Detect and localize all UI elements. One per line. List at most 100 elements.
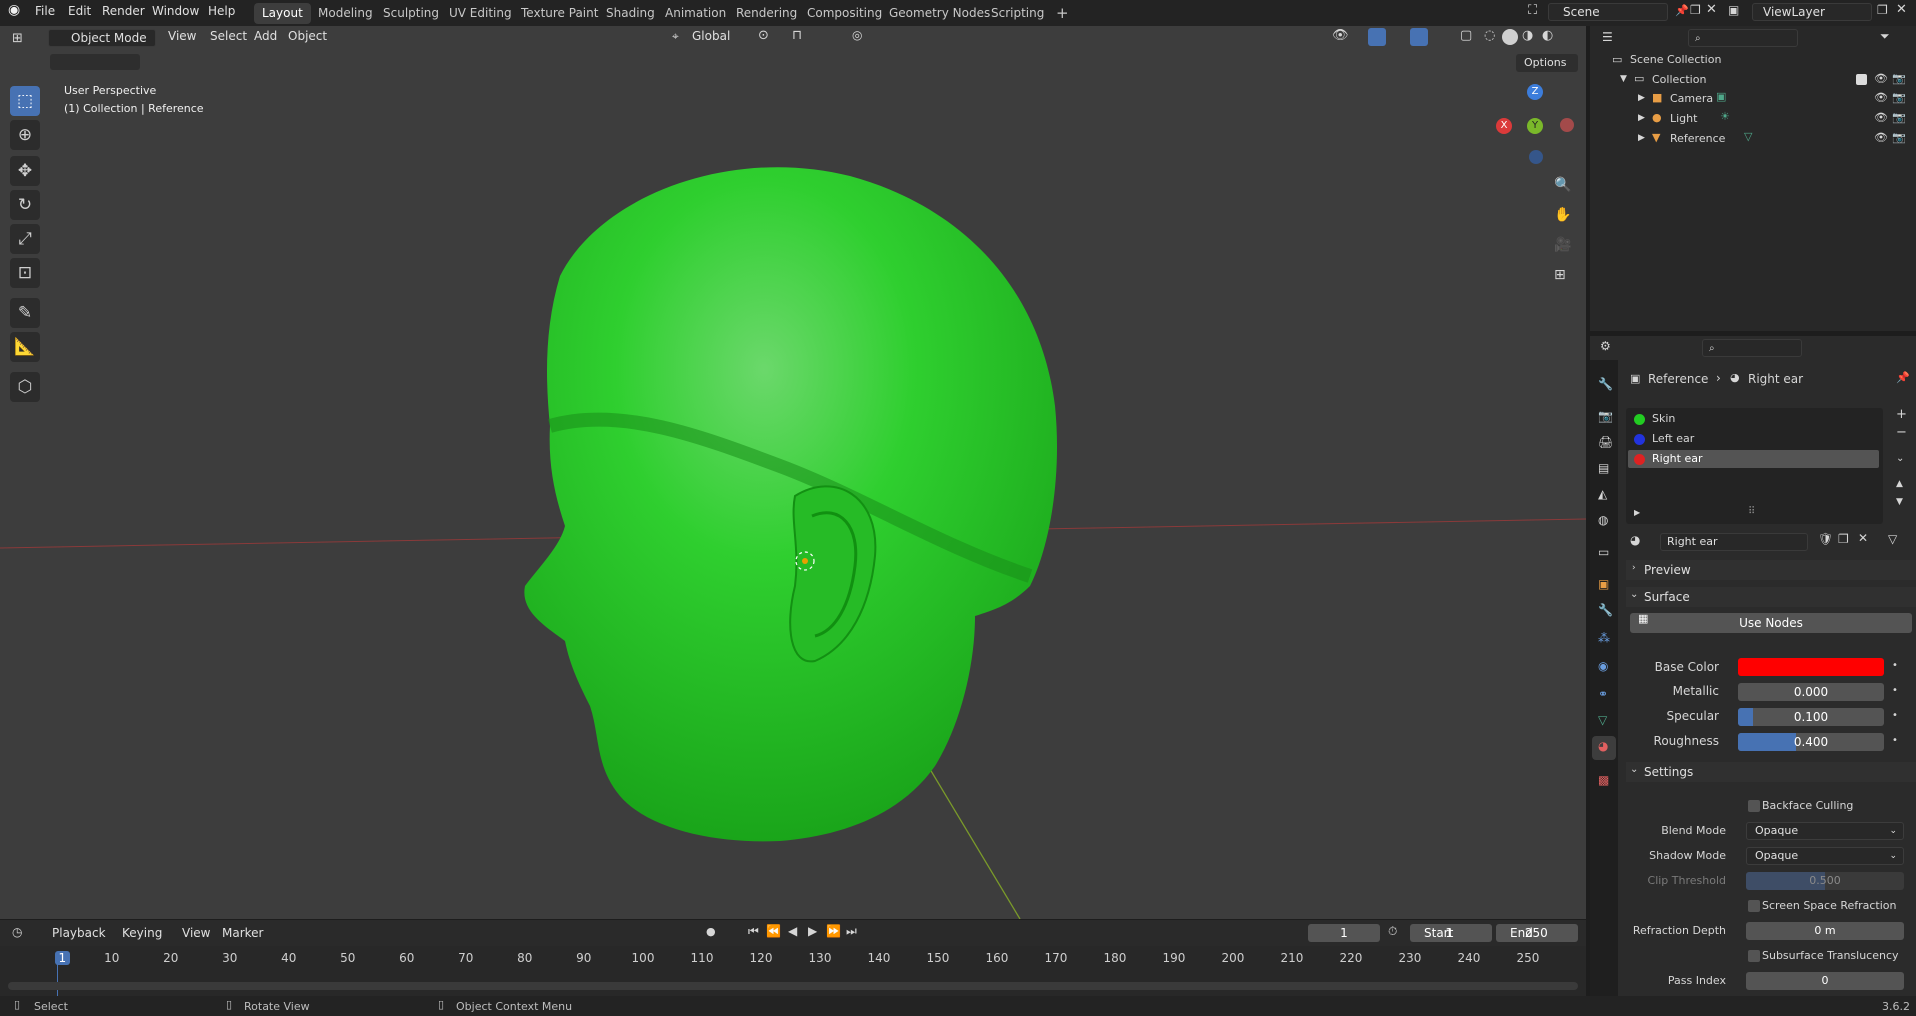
- camera-view-icon[interactable]: 🎥: [1554, 238, 1571, 252]
- editor-type-icon[interactable]: ⊞: [12, 32, 23, 45]
- world-tab-icon[interactable]: ◍: [1598, 514, 1608, 526]
- play-icon[interactable]: ▶: [808, 925, 817, 937]
- material-slot-right-ear[interactable]: Right ear: [1628, 450, 1879, 468]
- move-tool[interactable]: ✥: [10, 156, 40, 186]
- specular-slider[interactable]: 0.100: [1738, 708, 1884, 726]
- camera-render-icon[interactable]: 📷: [1892, 92, 1906, 103]
- pivot-icon[interactable]: ⊙: [758, 29, 769, 42]
- menu-object[interactable]: Object: [288, 29, 327, 43]
- tab-shading[interactable]: Shading: [598, 3, 663, 24]
- eye-icon[interactable]: 👁: [1874, 73, 1888, 84]
- new-scene-icon[interactable]: ❐: [1690, 4, 1701, 16]
- collection-checkbox[interactable]: [1856, 74, 1867, 85]
- pass-index-field[interactable]: 0: [1746, 972, 1904, 990]
- end-frame-field[interactable]: End250: [1496, 924, 1578, 942]
- view-layer-selector[interactable]: ViewLayer: [1752, 3, 1872, 21]
- tab-texture-paint[interactable]: Texture Paint: [513, 3, 606, 24]
- transform-tool[interactable]: ⊡: [10, 258, 40, 288]
- shadow-mode-dropdown[interactable]: Opaque ⌄: [1746, 847, 1904, 865]
- orientation-icon[interactable]: ⌖: [672, 30, 679, 42]
- keyframe-dot-icon[interactable]: •: [1892, 710, 1898, 721]
- options-dropdown[interactable]: Options: [1516, 54, 1578, 72]
- base-color-swatch[interactable]: [1738, 658, 1884, 676]
- 3d-viewport[interactable]: ⊞ Object Mode View Select Add Object ⌖ G…: [0, 26, 1586, 919]
- expand-icon[interactable]: ▶: [1638, 133, 1645, 143]
- proportional-edit-icon[interactable]: ◎: [852, 29, 862, 41]
- rendered-shading-icon[interactable]: ◐: [1542, 29, 1553, 42]
- eye-icon[interactable]: 👁: [1874, 112, 1888, 123]
- rotate-tool[interactable]: ↻: [10, 190, 40, 220]
- camera-render-icon[interactable]: 📷: [1892, 112, 1906, 123]
- scene-icon[interactable]: ⛶: [1528, 4, 1537, 17]
- tab-compositing[interactable]: Compositing: [799, 3, 890, 24]
- material-slot-left-ear[interactable]: Left ear: [1626, 430, 1881, 448]
- menu-file[interactable]: File: [35, 4, 55, 18]
- solid-shading-icon[interactable]: [1502, 29, 1518, 45]
- collection-label[interactable]: Collection: [1652, 73, 1706, 86]
- material-tab-icon[interactable]: ◕: [1598, 740, 1608, 752]
- menu-help[interactable]: Help: [208, 4, 235, 18]
- particles-tab-icon[interactable]: ⁂: [1598, 632, 1610, 644]
- texture-tab-icon[interactable]: ▩: [1598, 774, 1609, 786]
- outliner-row-camera[interactable]: ▶ ■ Camera ▣ 👁 📷: [1590, 90, 1916, 110]
- perspective-grid-icon[interactable]: ⊞: [1554, 268, 1566, 282]
- start-frame-field[interactable]: Start1: [1410, 924, 1492, 942]
- constraints-tab-icon[interactable]: ⚭: [1598, 688, 1608, 700]
- measure-tool[interactable]: 📐: [10, 332, 40, 362]
- gizmo-neg-x[interactable]: [1560, 118, 1574, 132]
- menu-render[interactable]: Render: [102, 4, 145, 18]
- metallic-slider[interactable]: 0.000: [1738, 683, 1884, 701]
- pin-icon[interactable]: 📌: [1675, 5, 1689, 16]
- gizmo-x-axis[interactable]: X: [1496, 118, 1512, 134]
- view-layer-tab-icon[interactable]: ▤: [1598, 462, 1609, 474]
- fake-user-icon[interactable]: 🛡: [1818, 533, 1833, 545]
- add-cube-tool[interactable]: ⬡: [10, 372, 40, 402]
- tab-animation[interactable]: Animation: [657, 3, 734, 24]
- wireframe-shading-icon[interactable]: ◌: [1484, 29, 1495, 42]
- material-browse-icon[interactable]: ◕: [1630, 534, 1640, 546]
- menu-playback[interactable]: Playback: [52, 926, 106, 940]
- menu-keying[interactable]: Keying: [122, 926, 162, 940]
- tab-layout[interactable]: Layout: [254, 3, 311, 24]
- gizmo-y-axis[interactable]: Y: [1527, 118, 1543, 134]
- menu-select[interactable]: Select: [210, 29, 247, 43]
- new-view-layer-icon[interactable]: ❐: [1877, 4, 1888, 16]
- select-box-tool[interactable]: ⬚: [10, 86, 40, 116]
- filter-icon[interactable]: ⏷: [1880, 30, 1890, 42]
- gizmo-toggle-icon[interactable]: [1368, 28, 1386, 46]
- material-shading-icon[interactable]: ◑: [1522, 29, 1533, 42]
- duplicate-material-icon[interactable]: ❐: [1838, 533, 1849, 545]
- tab-scripting[interactable]: Scripting: [983, 3, 1052, 24]
- use-nodes-button[interactable]: ▦ Use Nodes: [1630, 613, 1912, 633]
- settings-panel-header[interactable]: ⌄ Settings: [1626, 762, 1916, 782]
- expand-icon[interactable]: ▶: [1638, 93, 1645, 103]
- gizmo-neg-z[interactable]: [1529, 150, 1543, 164]
- jump-start-icon[interactable]: ⏮: [748, 925, 759, 937]
- timeline-editor-icon[interactable]: ◷: [12, 926, 22, 938]
- xray-icon[interactable]: ▢: [1460, 29, 1472, 42]
- surface-panel-header[interactable]: ⌄ Surface: [1626, 587, 1916, 607]
- camera-render-icon[interactable]: 📷: [1892, 132, 1906, 143]
- play-reverse-icon[interactable]: ◀: [788, 925, 797, 937]
- data-tab-icon[interactable]: ▽: [1598, 714, 1607, 726]
- blend-mode-dropdown[interactable]: Opaque ⌄: [1746, 822, 1904, 840]
- tab-rendering[interactable]: Rendering: [728, 3, 805, 24]
- expand-icon[interactable]: ▶: [1634, 508, 1640, 517]
- menu-timeline-view[interactable]: View: [182, 926, 210, 940]
- scene-selector[interactable]: Scene: [1548, 3, 1668, 21]
- add-slot-icon[interactable]: +: [1896, 408, 1907, 421]
- scene-tab-icon[interactable]: ◭: [1598, 488, 1607, 500]
- roughness-slider[interactable]: 0.400: [1738, 733, 1884, 751]
- zoom-icon[interactable]: 🔍: [1554, 178, 1571, 192]
- orientation-selector[interactable]: Global: [692, 29, 730, 43]
- ssr-checkbox[interactable]: [1748, 900, 1760, 912]
- outliner-row-light[interactable]: ▶ ● Light ☀ 👁 📷: [1590, 110, 1916, 130]
- resize-handle-icon[interactable]: ⠿: [1748, 506, 1755, 517]
- preview-panel-header[interactable]: › Preview: [1626, 560, 1916, 580]
- view-layer-icon[interactable]: ▣: [1728, 4, 1739, 16]
- physics-tab-icon[interactable]: ◉: [1598, 660, 1608, 672]
- refraction-depth-field[interactable]: 0 m: [1746, 922, 1904, 940]
- delete-view-layer-icon[interactable]: ✕: [1896, 3, 1907, 16]
- output-tab-icon[interactable]: 🖨: [1598, 436, 1613, 448]
- jump-end-icon[interactable]: ⏭: [846, 925, 857, 937]
